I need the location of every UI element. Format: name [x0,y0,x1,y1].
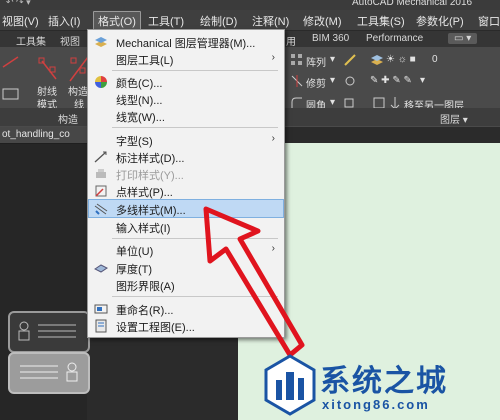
menu-tools[interactable]: 工具(T) [148,13,184,29]
window-title: AutoCAD Mechanical 2016 [352,0,473,8]
menu-item-lineweight[interactable]: 线宽(W)... [89,107,283,124]
submenu-arrow-icon: › [271,133,275,144]
menu-window[interactable]: 窗口( [478,13,500,29]
quick-access-toolbar[interactable]: ↶ ↷ ▾ [6,0,31,8]
submenu-arrow-icon: › [271,52,275,63]
multiline-style-icon [94,203,108,215]
array-label[interactable]: 阵列 [306,54,326,69]
file-tab[interactable]: ot_handling_co [0,127,87,144]
hatch-tool-icon[interactable] [2,87,20,101]
menu-format[interactable]: 格式(O) [93,11,141,31]
explode-icon[interactable] [343,74,357,88]
menu-modify[interactable]: 修改(M) [303,13,342,29]
color-wheel-icon [95,76,107,88]
menu-item-dimension-style[interactable]: 标注样式(D)... [89,148,283,165]
dimension-style-icon [94,151,107,163]
tab-extra-icon[interactable]: ▭ ▾ [448,33,478,44]
tab-bim360[interactable]: BIM 360 [312,33,349,44]
layer-icons[interactable]: ☀ ☼ ■ [386,54,416,65]
palette-card-dark[interactable] [8,311,90,353]
menu-item-linetype[interactable]: 线型(N)... [89,90,283,107]
tab-hidden-partial[interactable]: 用 [286,33,296,48]
menu-separator [112,127,278,128]
layer-manager-icon [95,37,107,47]
line-tool-icon[interactable] [2,55,20,69]
menu-annotate[interactable]: 注释(N) [252,13,289,29]
watermark-url: xitong86.com [322,397,430,412]
layer-value[interactable]: 0 [432,54,438,65]
menu-item-text-style[interactable]: 字型(S) › [89,131,283,148]
layer-properties-icon[interactable] [370,53,384,67]
array-dropdown-icon[interactable]: ▾ [330,54,335,65]
menu-parametric[interactable]: 参数化(P) [416,13,464,29]
tab-toolsets[interactable]: 工具集 [16,33,46,48]
menu-insert[interactable]: 插入(I) [48,13,80,29]
trim-icon[interactable] [290,74,304,88]
tab-view[interactable]: 视图 [60,33,80,48]
thickness-icon [94,264,108,273]
menu-toolsets[interactable]: 工具集(S) [357,13,405,29]
menu-draw[interactable]: 绘制(D) [200,13,237,29]
ray-icon[interactable] [36,55,58,83]
print-style-icon [96,169,106,178]
erase-icon[interactable] [343,53,357,67]
menu-item-plot-style[interactable]: 打印样式(Y)... [89,165,283,182]
menu-item-layer-manager[interactable]: Mechanical 图层管理器(M)... [89,33,283,50]
fillet-dropdown-icon[interactable]: ▾ [330,97,335,108]
menu-item-point-style[interactable]: 点样式(P)... [89,182,283,199]
watermark-brand: 系统之城 [320,364,448,399]
rename-icon [94,304,108,314]
menu-bar: 视图(V) 插入(I) 格式(O) 工具(T) 绘制(D) 注释(N) 修改(M… [0,10,500,31]
watermark-logo-icon [264,354,316,416]
person-text-icon [18,321,76,341]
title-bar: ↶ ↷ ▾ AutoCAD Mechanical 2016 [0,0,500,10]
trim-label[interactable]: 修剪 [306,75,326,90]
palette-card-light[interactable] [8,352,90,394]
menu-item-color[interactable]: 颜色(C)... [89,73,283,90]
text-person-icon [20,362,78,382]
menu-separator [112,70,278,71]
watermark: 系统之城 xitong86.com [262,352,500,420]
panel-title-construct[interactable]: 构造 [58,111,78,126]
layer-state-icons[interactable]: ✎ ✚ ✎ ✎ [370,75,412,86]
drawing-setup-icon [95,319,107,333]
panel-title-layers[interactable]: 图层 ▾ [440,111,468,126]
point-style-icon [95,185,107,197]
menu-item-layer-tools[interactable]: 图层工具(L) › [89,50,283,67]
layer-dropdown-icon[interactable]: ▾ [420,75,425,86]
array-icon[interactable] [290,53,304,67]
menu-view[interactable]: 视图(V) [2,13,39,29]
trim-dropdown-icon[interactable]: ▾ [330,75,335,86]
tab-performance[interactable]: Performance [366,33,423,44]
file-tab-label: ot_handling_co [2,129,70,140]
